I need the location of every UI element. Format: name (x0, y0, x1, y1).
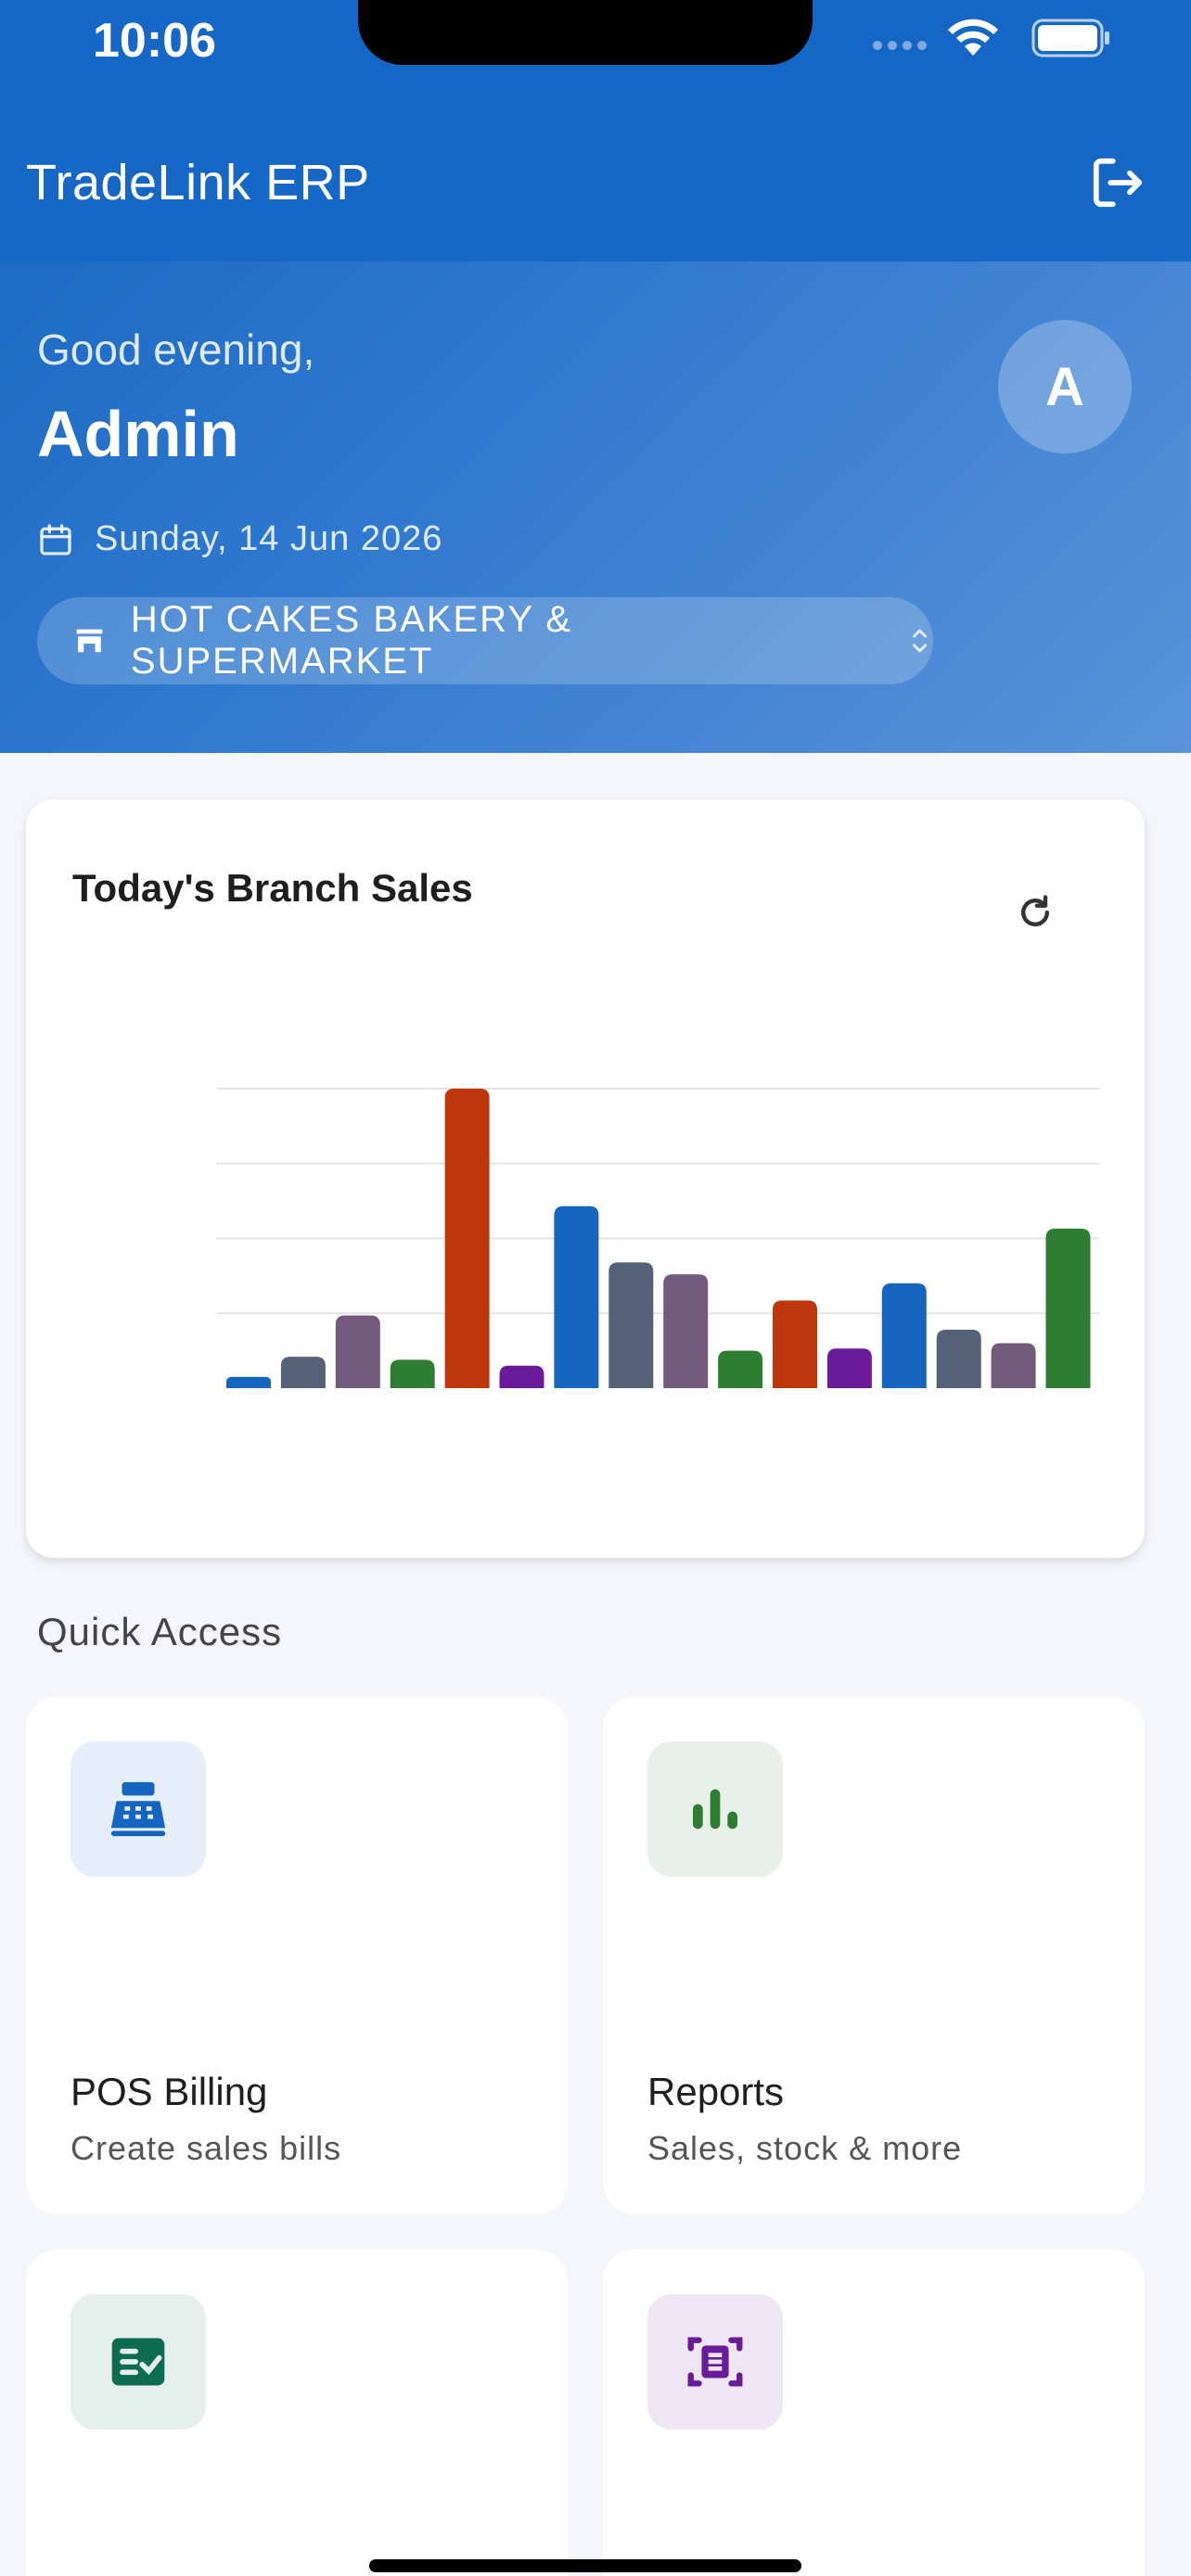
calendar-icon (40, 523, 71, 555)
store-icon (76, 629, 103, 653)
tile-subtitle: Create sales bills (70, 2129, 342, 2167)
tile-icon-box (70, 2294, 206, 2429)
tile-icon-box (647, 2294, 783, 2429)
home-indicator (369, 2559, 801, 2572)
tile-icon-box (70, 1741, 206, 1877)
user-name: Admin (37, 398, 239, 470)
chart-bar[interactable] (881, 1282, 927, 1388)
greeting-text: Good evening, (37, 325, 315, 374)
quick-tile-pos-billing[interactable]: POS Billing Create sales bills (26, 1697, 568, 2214)
scan-document-icon (687, 2337, 743, 2387)
tile-title: POS Billing (70, 2070, 268, 2113)
tile-subtitle: Sales, stock & more (647, 2129, 963, 2167)
avatar[interactable]: A (998, 320, 1132, 453)
logout-button[interactable] (1085, 150, 1150, 215)
cellular-icon (873, 41, 927, 50)
quick-tile-4[interactable] (603, 2250, 1145, 2576)
chart-bar[interactable] (991, 1343, 1036, 1388)
status-icons (872, 19, 1113, 59)
quick-tile-reports[interactable]: Reports Sales, stock & more (603, 1697, 1145, 2214)
sales-bar-chart (216, 1088, 1100, 1388)
logout-icon (1093, 158, 1143, 208)
battery-icon (1031, 19, 1109, 57)
branch-name: HOT CAKES BAKERY & SUPERMARKET (130, 599, 573, 682)
device-notch (358, 0, 813, 65)
chart-bar[interactable] (663, 1274, 709, 1388)
date-row: Sunday, 14 Jun 2026 (37, 519, 442, 559)
unfold-icon (912, 629, 927, 653)
chart-bar[interactable] (335, 1315, 380, 1388)
chart-bar[interactable] (390, 1359, 435, 1388)
quick-access-heading: Quick Access (37, 1610, 283, 1653)
tile-icon-box (647, 1741, 783, 1877)
status-time: 10:06 (93, 14, 216, 68)
chart-bar[interactable] (826, 1348, 872, 1388)
chart-bar[interactable] (608, 1262, 654, 1388)
chart-bar[interactable] (936, 1330, 981, 1388)
bar-chart-icon (693, 1789, 737, 1830)
chart-bar[interactable] (226, 1376, 271, 1388)
tile-title: Reports (647, 2070, 785, 2113)
chart-bar[interactable] (280, 1357, 326, 1388)
chart-bar[interactable] (1045, 1229, 1091, 1388)
current-date: Sunday, 14 Jun 2026 (95, 519, 443, 558)
wifi-icon (948, 19, 998, 56)
quick-tile-3[interactable] (26, 2250, 568, 2576)
chart-bar[interactable] (499, 1365, 544, 1388)
app-title: TradeLink ERP (26, 155, 370, 210)
chart-bar[interactable] (773, 1300, 817, 1388)
chart-bar[interactable] (444, 1089, 490, 1388)
branch-selector[interactable]: HOT CAKES BAKERY & SUPERMARKET (37, 597, 933, 684)
chart-bar[interactable] (718, 1350, 763, 1388)
cash-register-icon (110, 1781, 166, 1837)
checklist-icon (111, 2338, 165, 2386)
branch-sales-card: Today's Branch Sales (26, 799, 1145, 1558)
chart-bar[interactable] (554, 1205, 599, 1388)
